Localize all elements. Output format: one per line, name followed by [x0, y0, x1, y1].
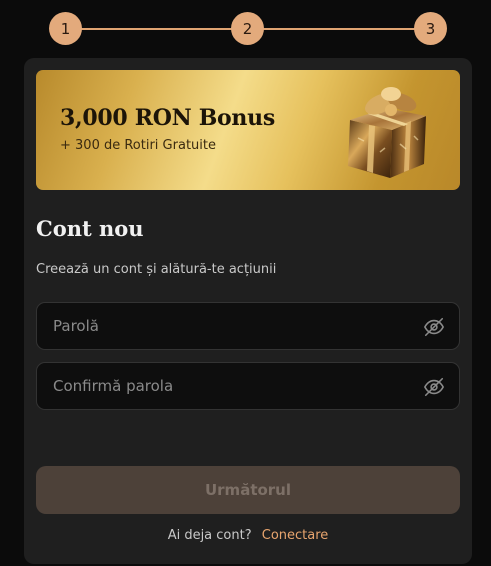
- eye-off-icon[interactable]: [423, 376, 445, 398]
- signup-card: 3,000 RON Bonus + 300 de Rotiri Gratuite: [24, 58, 472, 564]
- step-1: 1: [49, 12, 82, 45]
- gift-box-icon: [348, 87, 426, 178]
- bonus-title: 3,000 RON Bonus: [60, 105, 275, 131]
- password-input[interactable]: [37, 303, 459, 349]
- progress-stepper: 1 2 3: [0, 12, 491, 46]
- confirm-password-field: [36, 362, 460, 410]
- confirm-password-input[interactable]: [37, 363, 459, 409]
- signup-page: 1 2 3 3,000 RON Bonus + 300 de Rotiri Gr…: [0, 0, 491, 566]
- bonus-banner: 3,000 RON Bonus + 300 de Rotiri Gratuite: [36, 70, 460, 190]
- page-title: Cont nou: [36, 216, 144, 241]
- step-3: 3: [414, 12, 447, 45]
- next-button[interactable]: Următorul: [36, 466, 460, 514]
- login-question: Ai deja cont?: [167, 528, 252, 543]
- bonus-subtitle: + 300 de Rotiri Gratuite: [60, 138, 216, 153]
- login-link[interactable]: Conectare: [262, 528, 329, 543]
- login-prompt: Ai deja cont? Conectare: [24, 528, 472, 543]
- page-subtitle: Creează un cont și alătură-te acțiunii: [36, 262, 277, 277]
- password-field: [36, 302, 460, 350]
- step-2: 2: [231, 12, 264, 45]
- eye-off-icon[interactable]: [423, 316, 445, 338]
